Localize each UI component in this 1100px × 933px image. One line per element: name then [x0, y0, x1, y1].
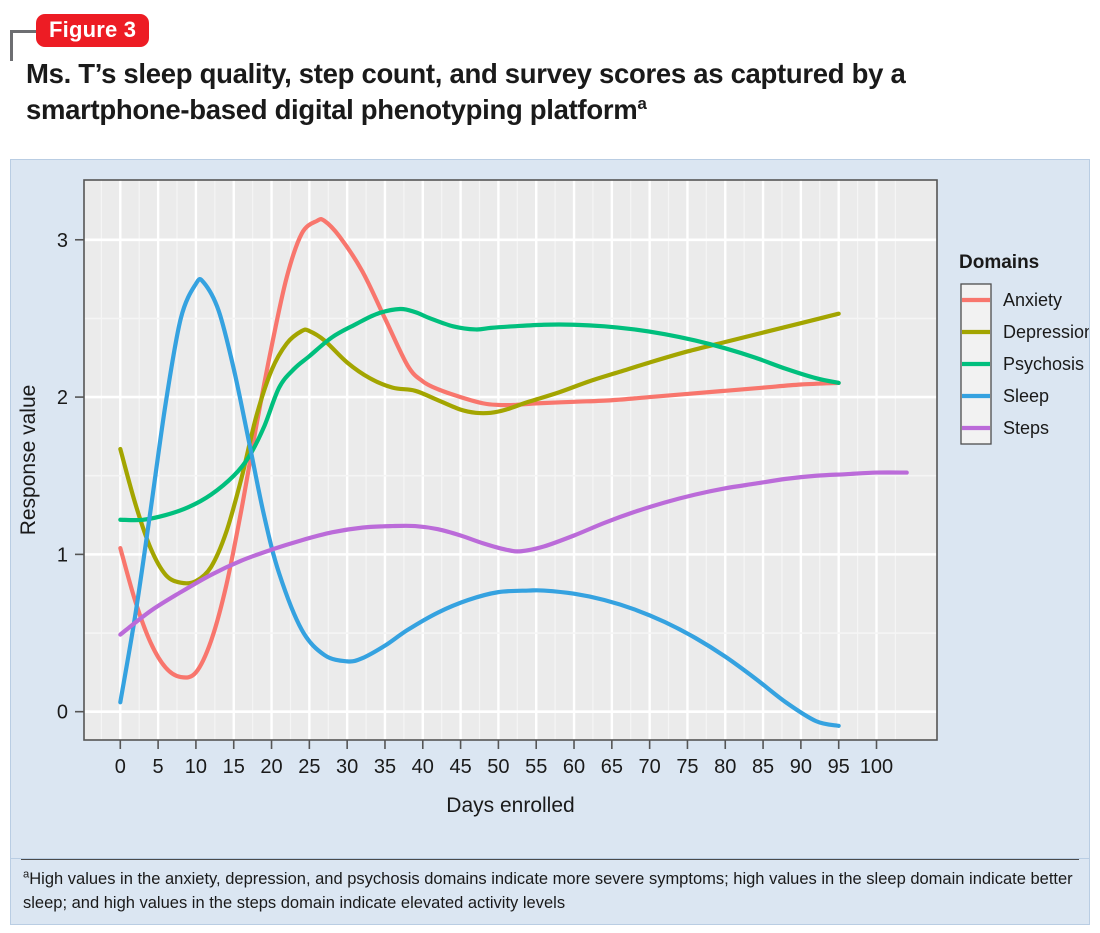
y-tick-label: 2 — [57, 387, 68, 409]
x-tick-label: 35 — [374, 756, 396, 778]
line-chart: 0 5 10 15 20 25 30 35 40 45 50 55 60 65 70 75 80 85 90 95 10… — [17, 179, 1089, 817]
x-tick-label: 5 — [153, 756, 164, 778]
x-tick-label: 45 — [449, 756, 471, 778]
footnote-body: High values in the anxiety, depression, … — [23, 870, 1073, 912]
figure-title-line-1: Ms. T’s sleep quality, step count, and s… — [26, 58, 906, 89]
figure-number-badge: Figure 3 — [36, 14, 150, 48]
figure-title-line-2: smartphone-based digital phenotyping pla… — [26, 94, 638, 126]
figure-title: Ms. T’s sleep quality, step count, and s… — [26, 56, 1076, 129]
legend-label-depression: Depression — [1003, 322, 1089, 342]
x-tick-label: 25 — [298, 756, 320, 778]
x-tick-label: 10 — [185, 756, 207, 778]
x-tick-label: 50 — [487, 756, 509, 778]
x-axis-title: Days enrolled — [446, 794, 574, 817]
y-tick-label: 3 — [57, 230, 68, 252]
figure-panel: 0 5 10 15 20 25 30 35 40 45 50 55 60 65 70 75 80 85 90 95 10… — [10, 159, 1090, 859]
figure-title-footnote-marker: a — [637, 94, 647, 114]
y-tick-label: 1 — [57, 544, 68, 566]
figure-footnote-area: aHigh values in the anxiety, depression,… — [10, 859, 1090, 925]
x-tick-label: 0 — [115, 756, 126, 778]
x-tick-label: 100 — [860, 756, 893, 778]
x-tick-label: 55 — [525, 756, 547, 778]
x-tick-label: 80 — [714, 756, 736, 778]
legend-label-steps: Steps — [1003, 418, 1049, 438]
x-tick-label: 15 — [223, 756, 245, 778]
x-tick-label: 95 — [828, 756, 850, 778]
x-tick-label: 70 — [639, 756, 661, 778]
legend-label-anxiety: Anxiety — [1003, 290, 1062, 310]
plot-background — [84, 180, 937, 740]
x-tick-label: 60 — [563, 756, 585, 778]
x-tick-label: 65 — [601, 756, 623, 778]
legend-label-sleep: Sleep — [1003, 386, 1049, 406]
footnote-text: aHigh values in the anxiety, depression,… — [23, 868, 1075, 916]
x-tick-label: 40 — [412, 756, 434, 778]
x-tick-label: 30 — [336, 756, 358, 778]
legend-title: Domains — [959, 252, 1039, 273]
x-tick-label: 85 — [752, 756, 774, 778]
x-tick-label: 90 — [790, 756, 812, 778]
footnote-divider — [21, 859, 1079, 860]
x-tick-label: 20 — [260, 756, 282, 778]
y-tick-label: 0 — [57, 702, 68, 724]
legend-label-psychosis: Psychosis — [1003, 354, 1084, 374]
figure-header: Figure 3 Ms. T’s sleep quality, step cou… — [0, 0, 1100, 158]
y-axis-title: Response value — [17, 385, 40, 536]
x-tick-label: 75 — [676, 756, 698, 778]
